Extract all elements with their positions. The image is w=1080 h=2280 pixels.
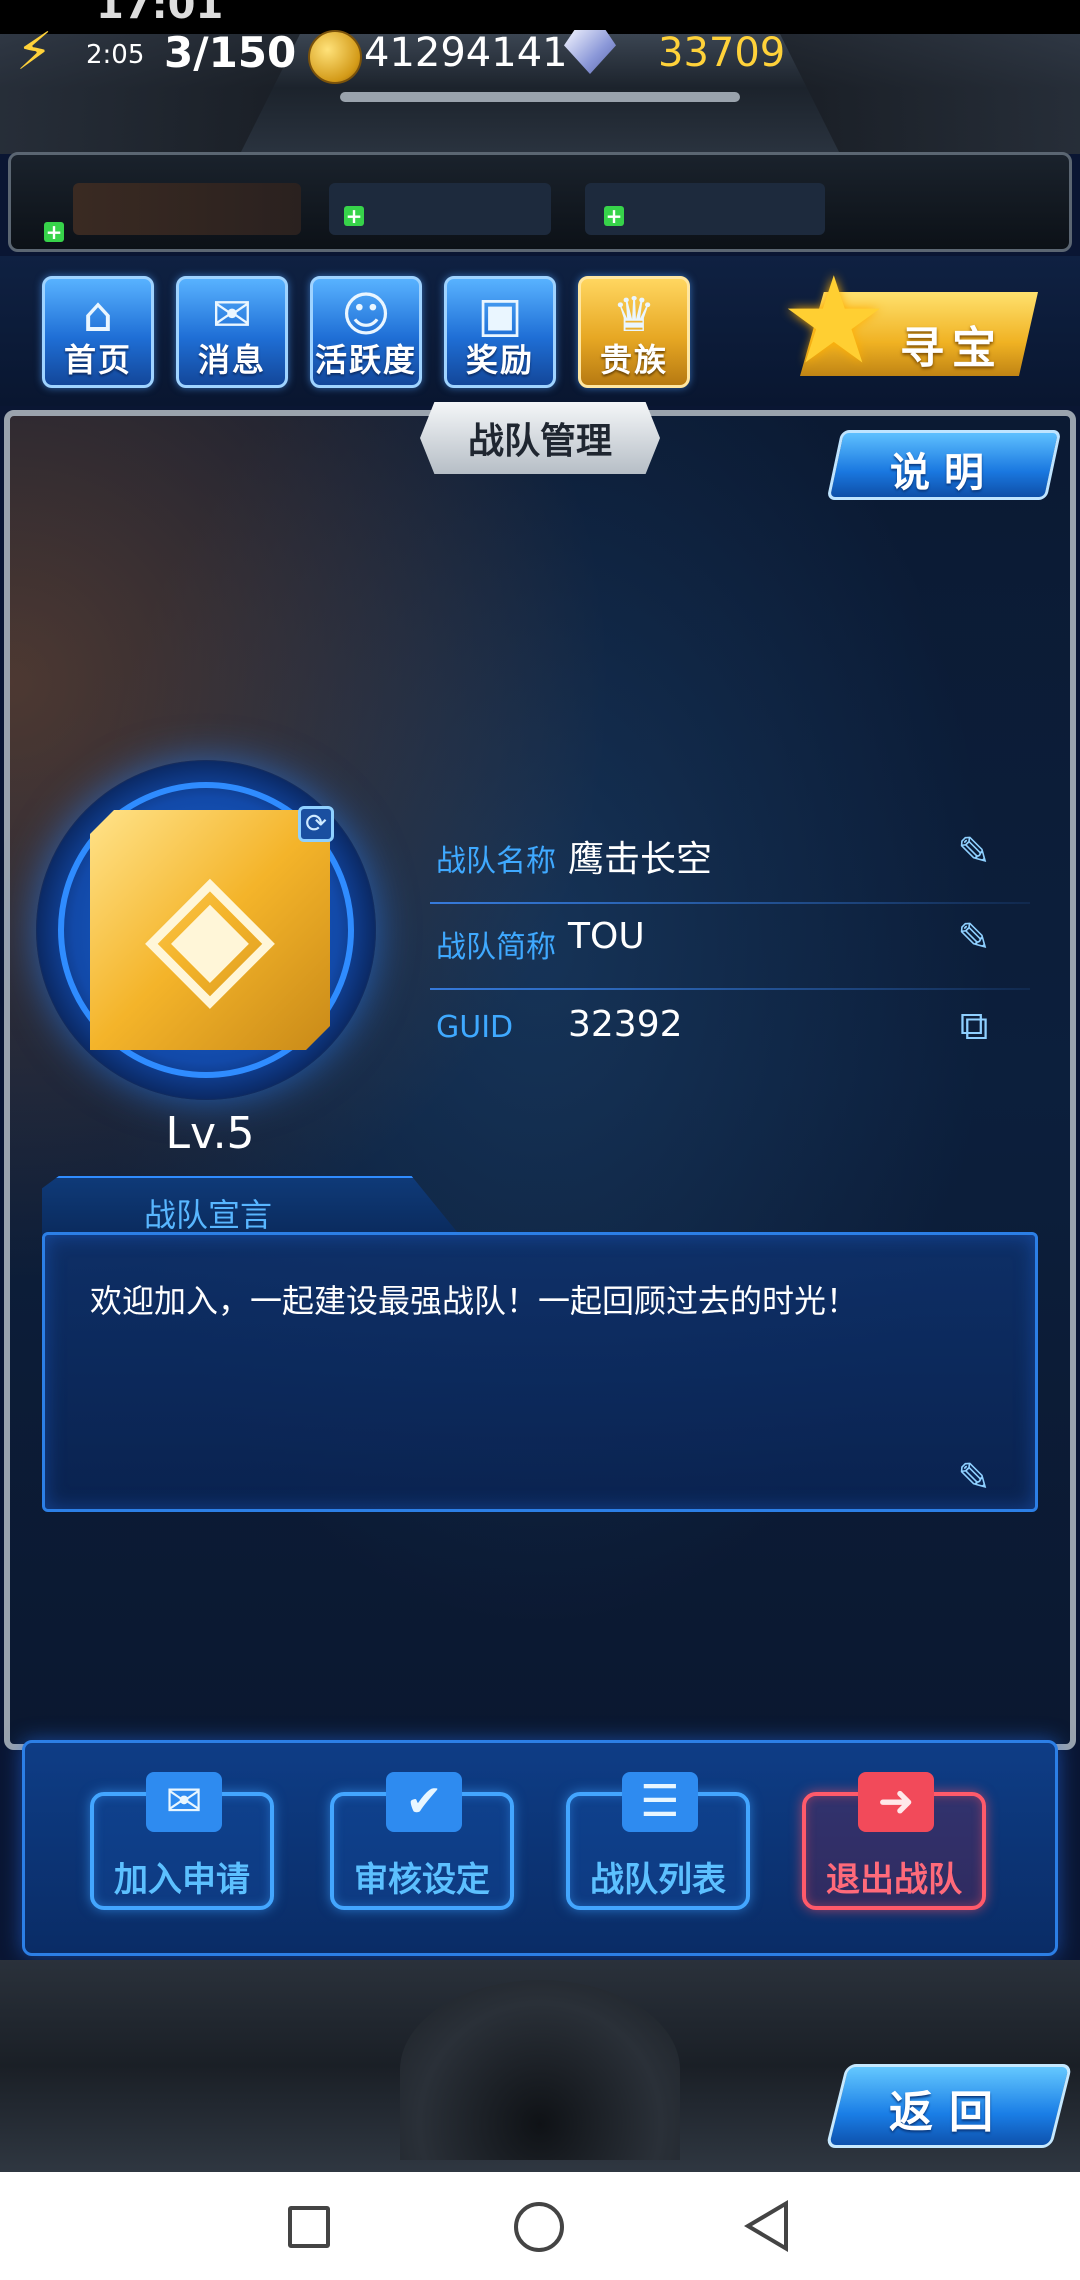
copy-guid-icon[interactable]: ⧉: [954, 1006, 994, 1046]
review-settings-button[interactable]: ✔ 审核设定: [330, 1772, 514, 1910]
add-energy-icon[interactable]: +: [44, 222, 64, 242]
guid-value: 32392: [568, 1004, 683, 1045]
gold-coin-icon[interactable]: [308, 30, 362, 84]
energy-value: 3/150: [164, 28, 297, 77]
team-list-button[interactable]: ☰ 战队列表: [566, 1772, 750, 1910]
leave-team-label: 退出战队: [826, 1860, 962, 1900]
exit-icon: ➜: [858, 1772, 934, 1832]
menu-noble-button[interactable]: ♛ 贵族: [578, 276, 690, 388]
energy-pill: [73, 183, 301, 235]
menu-home-button[interactable]: ⌂ 首页: [42, 276, 154, 388]
home-circle-icon[interactable]: [514, 2202, 564, 2252]
back-button-label: 返回: [889, 2087, 1009, 2138]
menu-message-button[interactable]: ✉ 消息: [176, 276, 288, 388]
frame-plate-right: [780, 34, 1080, 154]
team-name-label: 战队名称: [436, 844, 556, 879]
add-diamond-icon[interactable]: +: [604, 206, 624, 226]
check-icon: ✔: [386, 1772, 462, 1832]
menu-message-label: 消息: [197, 341, 266, 379]
change-emblem-icon[interactable]: ⟳: [298, 806, 334, 842]
status-time: 17:01: [96, 0, 224, 28]
manifesto-box: [42, 1232, 1038, 1512]
energy-timer: 2:05: [86, 40, 145, 70]
edit-team-abbr-icon[interactable]: ✎: [954, 918, 994, 958]
menu-reward-button[interactable]: ▣ 奖励: [444, 276, 556, 388]
divider: [430, 988, 1030, 990]
edit-team-name-icon[interactable]: ✎: [954, 832, 994, 872]
menu-noble-label: 贵族: [599, 341, 668, 379]
join-requests-button[interactable]: ✉ 加入申请: [90, 1772, 274, 1910]
team-list-label: 战队列表: [590, 1860, 726, 1900]
team-level: Lv.5: [165, 1108, 255, 1159]
join-requests-label: 加入申请: [114, 1860, 250, 1900]
help-button-label: 说明: [890, 450, 998, 496]
diamond-value: 33709: [658, 30, 786, 76]
divider: [430, 902, 1030, 904]
menu-activity-label: 活跃度: [314, 341, 417, 379]
manifesto-text: 欢迎加入，一起建设最强战队！一起回顾过去的时光！: [90, 1282, 859, 1320]
star-jet-icon: ★: [780, 252, 888, 391]
leave-team-button[interactable]: ➜ 退出战队: [802, 1772, 986, 1910]
frame-slot: [340, 92, 740, 102]
menu-reward-label: 奖励: [465, 341, 534, 379]
team-name-value: 鹰击长空: [568, 839, 713, 880]
treasure-hunt-label: 寻宝: [900, 323, 1004, 374]
team-abbr-value: TOU: [568, 916, 645, 957]
team-logo-icon: ◈: [144, 831, 276, 1029]
menu-activity-button[interactable]: ☺ 活跃度: [310, 276, 422, 388]
add-gold-icon[interactable]: +: [344, 206, 364, 226]
energy-bolt-icon[interactable]: ⚡: [16, 26, 53, 78]
review-settings-label: 审核设定: [354, 1860, 490, 1900]
gold-value: 41294141: [364, 30, 568, 76]
edit-manifesto-icon[interactable]: ✎: [954, 1458, 994, 1498]
recents-icon[interactable]: [288, 2206, 330, 2248]
list-icon: ☰: [622, 1772, 698, 1832]
resource-bar: [8, 152, 1072, 252]
team-abbr-label: 战队简称: [436, 930, 556, 965]
manifesto-title: 战队宣言: [144, 1196, 273, 1234]
back-triangle-inner: [752, 2207, 784, 2245]
mail-icon: ✉: [146, 1772, 222, 1832]
page-title: 战队管理: [467, 421, 612, 462]
guid-label: GUID: [436, 1010, 514, 1045]
menu-home-label: 首页: [63, 341, 132, 379]
fan-decoration: [400, 1980, 680, 2160]
